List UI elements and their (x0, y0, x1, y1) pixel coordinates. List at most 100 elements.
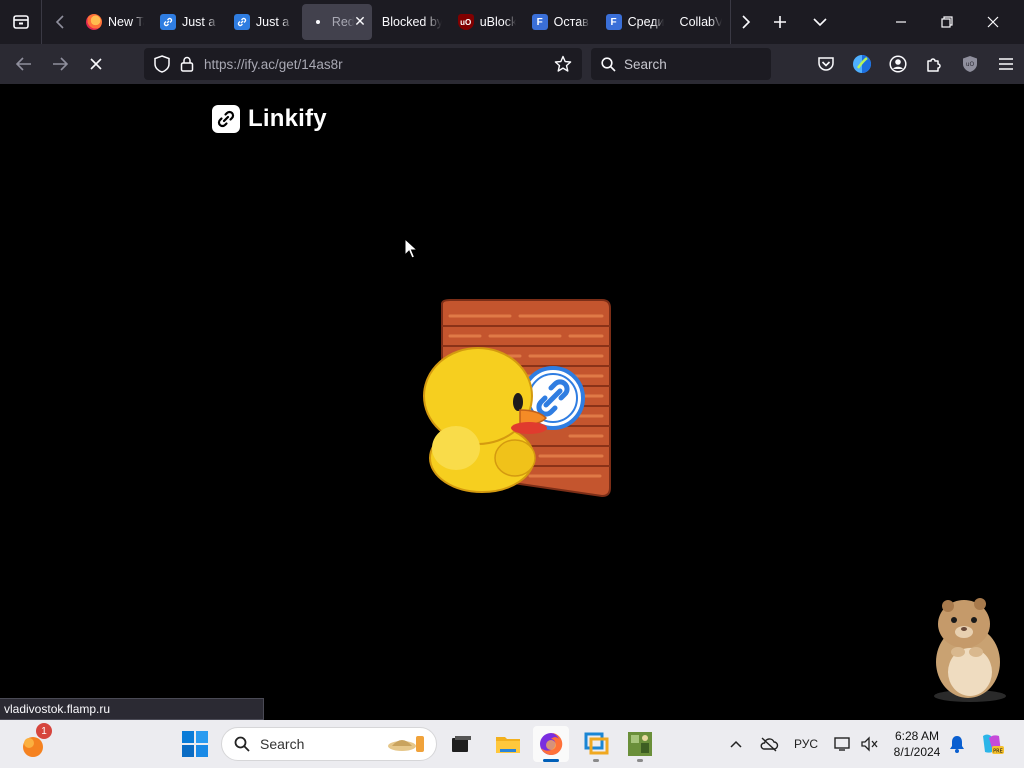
taskbar-app-task-view[interactable] (443, 726, 479, 762)
tab-new-tab[interactable]: New Tab (78, 4, 152, 40)
scroll-tabs-right-button[interactable] (730, 0, 760, 44)
url-text[interactable]: https://ify.ac/get/14as8r (204, 57, 544, 72)
lock-icon[interactable] (180, 56, 194, 72)
onedrive-tray-button[interactable] (756, 720, 782, 768)
linkify-icon (233, 14, 250, 30)
svg-text:PRE: PRE (993, 749, 1003, 755)
pocket-button[interactable] (808, 44, 844, 84)
game-app-icon (628, 732, 652, 756)
notification-badge: 1 (36, 723, 52, 739)
firefox-icon (540, 732, 563, 755)
tab-blocked[interactable]: Blocked by (374, 4, 450, 40)
tab-label: New Tab (108, 15, 144, 29)
taskbar-app-game[interactable] (622, 726, 658, 762)
bell-icon (950, 736, 964, 753)
volume-muted-icon (861, 736, 878, 752)
tab-label: Оставить (553, 15, 590, 29)
flamp-icon: F (605, 14, 622, 30)
tab-redirecting[interactable]: Redirecting ✕ (301, 4, 372, 40)
stop-button[interactable] (78, 48, 114, 80)
copilot-icon: PRE (983, 734, 1004, 755)
windows-logo-icon (182, 731, 208, 757)
forward-button[interactable] (42, 48, 78, 80)
show-hidden-icons-button[interactable] (724, 720, 748, 768)
chevron-down-icon (813, 18, 827, 27)
volume-tray-button[interactable] (858, 720, 880, 768)
folder-icon (496, 737, 520, 753)
close-icon (987, 16, 999, 28)
brand-header[interactable]: Linkify (212, 105, 327, 133)
restore-button[interactable] (924, 0, 970, 44)
tab-label: uBlock (479, 15, 516, 29)
search-highlight-icon (388, 736, 424, 752)
account-button[interactable] (880, 44, 916, 84)
new-tab-button[interactable] (760, 0, 800, 44)
link-logo-icon (212, 105, 240, 133)
tab-collabvm[interactable]: CollabVM (672, 4, 730, 40)
taskbar-app-virtualbox[interactable] (578, 726, 614, 762)
search-bar-placeholder: Search (624, 56, 667, 72)
tracking-protection-shield-icon[interactable] (154, 55, 170, 73)
cloud-offline-icon (760, 737, 779, 752)
close-tab-icon[interactable]: ✕ (354, 13, 366, 30)
clock-date: 8/1/2024 (893, 745, 941, 759)
start-button[interactable] (181, 730, 209, 758)
firefox-icon (86, 14, 102, 30)
tab-list: New Tab Just a moment... Just a moment..… (78, 0, 730, 44)
tab-flamp-1[interactable]: F Оставить (524, 4, 598, 40)
notifications-button[interactable] (946, 720, 968, 768)
firefox-view-icon (12, 15, 29, 29)
minimize-icon (896, 21, 906, 23)
chevron-up-icon (730, 740, 742, 748)
copilot-button[interactable]: PRE (976, 720, 1008, 768)
tab-just-a-moment-1[interactable]: Just a moment... (152, 4, 226, 40)
search-bar[interactable]: Search (591, 48, 771, 80)
account-icon (889, 55, 907, 73)
tab-just-a-moment-2[interactable]: Just a moment... (226, 4, 300, 40)
ublock-shield-icon: uO (963, 56, 977, 72)
search-icon (234, 736, 250, 752)
app-menu-button[interactable] (988, 44, 1024, 84)
input-language-indicator[interactable]: РУС (790, 720, 822, 768)
navigation-toolbar: https://ify.ac/get/14as8r Search uO (0, 44, 1024, 84)
url-path: /get/14as8r (275, 56, 343, 72)
search-icon (601, 56, 616, 72)
windows-taskbar: 1 Search РУС 6:28 AM 8/1/2024 PRE (0, 720, 1024, 768)
scroll-tabs-left-button[interactable] (42, 0, 78, 44)
chevron-left-icon (55, 15, 64, 29)
taskbar-clock[interactable]: 6:28 AM 8/1/2024 (888, 728, 946, 760)
linkify-icon (159, 14, 176, 30)
taskbar-app-firefox[interactable] (533, 726, 569, 762)
tab-label: CollabVM (679, 15, 723, 29)
tab-ublock[interactable]: uO uBlock (450, 4, 524, 40)
back-button[interactable] (6, 48, 42, 80)
restore-icon (941, 16, 953, 28)
chevron-right-icon (741, 15, 750, 29)
extensions-button[interactable] (916, 44, 952, 84)
widgets-button[interactable]: 1 (18, 723, 52, 761)
ublock-icon: uO (457, 14, 474, 30)
toolbar-right: uO (808, 44, 1024, 84)
arrow-left-icon (16, 57, 31, 71)
loading-dot-icon (310, 14, 326, 30)
tab-strip-controls (730, 0, 1016, 44)
taskbar-search-placeholder: Search (260, 736, 305, 752)
taskbar-app-file-explorer[interactable] (490, 726, 526, 762)
tab-label: Just a moment... (181, 15, 218, 29)
pocket-icon (818, 57, 834, 71)
taskbar-search-box[interactable]: Search (221, 727, 437, 761)
tab-label: Redirecting (331, 15, 354, 29)
network-tray-button[interactable] (832, 720, 854, 768)
ublock-button[interactable]: uO (952, 44, 988, 84)
tab-flamp-2[interactable]: F Среди (598, 4, 672, 40)
list-all-tabs-button[interactable] (800, 0, 840, 44)
plus-icon (774, 16, 786, 28)
minimize-button[interactable] (878, 0, 924, 44)
url-bar[interactable]: https://ify.ac/get/14as8r (144, 48, 582, 80)
hamster-sticker (934, 598, 1006, 702)
firefox-view-button[interactable] (0, 0, 42, 44)
extension-color-button[interactable] (844, 44, 880, 84)
close-window-button[interactable] (970, 0, 1016, 44)
tab-label: Just a moment... (255, 15, 292, 29)
bookmark-star-icon[interactable] (554, 55, 572, 73)
